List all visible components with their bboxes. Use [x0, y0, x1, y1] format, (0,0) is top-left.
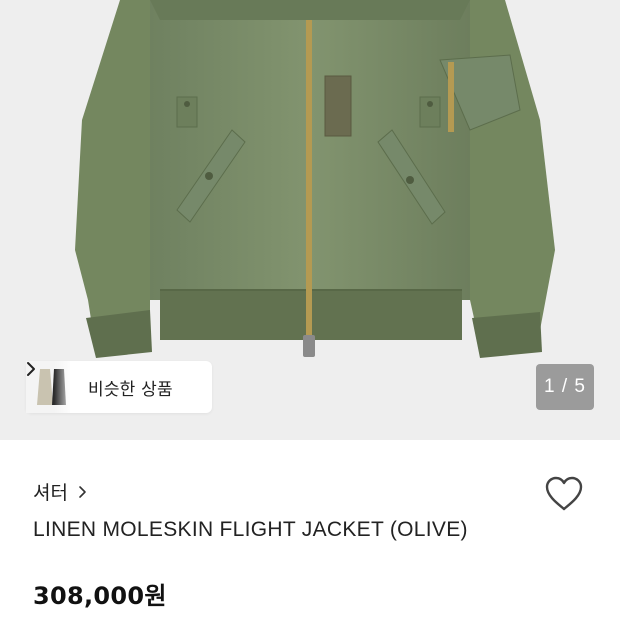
heart-outline-icon: [545, 476, 583, 511]
product-name: LINEN MOLESKIN FLIGHT JACKET (OLIVE): [33, 518, 468, 541]
similar-products-button[interactable]: 비슷한 상품: [26, 361, 212, 413]
chevron-right-icon: [78, 485, 87, 499]
similar-products-label: 비슷한 상품: [88, 379, 173, 400]
brand-name: 셔터: [33, 482, 68, 504]
brand-link[interactable]: 셔터: [33, 478, 87, 505]
product-image[interactable]: 비슷한 상품 1 / 5: [0, 0, 620, 440]
thumbnail-fade: [54, 361, 70, 413]
image-counter-badge: 1 / 5: [536, 364, 594, 410]
product-price: 308,000원: [33, 582, 167, 610]
product-info: 셔터 LINEN MOLESKIN FLIGHT JACKET (OLIVE) …: [0, 440, 620, 620]
wishlist-button[interactable]: [540, 470, 588, 518]
